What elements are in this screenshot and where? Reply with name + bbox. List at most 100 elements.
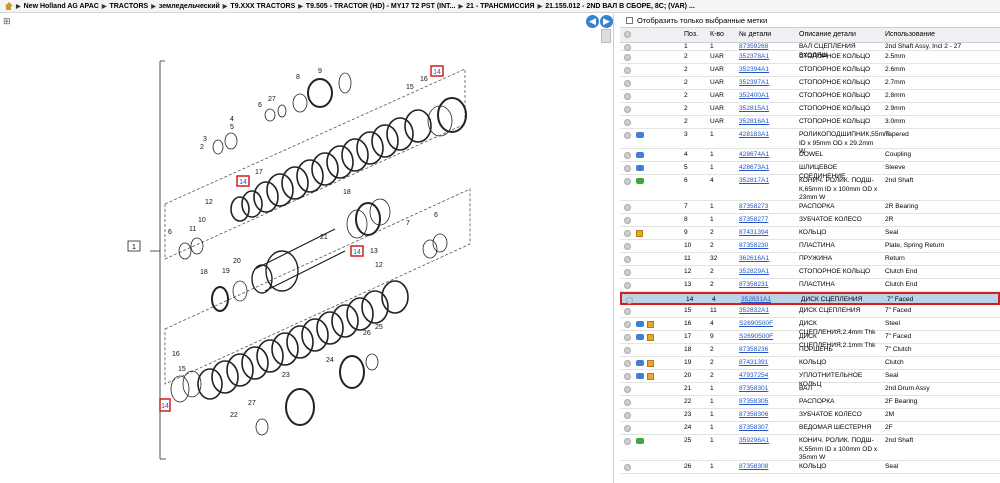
kit-box-icon[interactable] — [647, 373, 654, 380]
expand-icon[interactable]: ⊞ — [3, 16, 11, 27]
status-dot-icon[interactable] — [624, 256, 631, 263]
status-dot-icon[interactable] — [624, 243, 631, 250]
exploded-parts-diagram[interactable]: 1 14 14 14 14 3 2 4 5 6 27 8 9 15 16 17 … — [0, 29, 600, 481]
row-part-number[interactable]: 352378A1 — [739, 53, 769, 62]
table-row[interactable]: 12 2 352829A1 СТОПОРНОЕ КОЛЬЦО Clutch End — [620, 266, 1000, 279]
row-part-number[interactable]: 352394A1 — [739, 66, 769, 75]
status-dot-icon[interactable] — [624, 399, 631, 406]
kit-box-icon[interactable] — [647, 321, 654, 328]
row-part-number[interactable]: 47937254 — [739, 372, 768, 381]
table-row[interactable]: 2 UAR 352815A1 СТОПОРНОЕ КОЛЬЦО 2.9mm — [620, 103, 1000, 116]
breadcrumb-item[interactable]: TRACTORS — [109, 3, 148, 10]
row-part-number[interactable]: 352829A1 — [739, 268, 769, 277]
exchange-icon[interactable] — [636, 334, 644, 340]
table-row[interactable]: 2 UAR 352400A1 СТОПОРНОЕ КОЛЬЦО 2.8mm — [620, 90, 1000, 103]
col-desc[interactable]: Описание детали — [799, 31, 856, 38]
row-part-number[interactable]: 352817A1 — [739, 177, 769, 186]
home-icon[interactable] — [4, 2, 13, 10]
status-dot-icon[interactable] — [624, 334, 631, 341]
row-part-number[interactable]: 87358306 — [739, 411, 768, 420]
breadcrumb-item[interactable]: земледельческий — [159, 3, 220, 10]
exchange-icon[interactable] — [636, 321, 644, 327]
table-row[interactable]: 5 1 428673A1 ШЛИЦЕВОЕ СОЕДИНЕНИЕ Sleeve — [620, 162, 1000, 180]
status-dot-icon[interactable] — [624, 178, 631, 185]
breadcrumb-item[interactable]: 21.155.012 - 2ND ВАЛ В СБОРЕ, 8С; (VAR) … — [545, 3, 695, 10]
exchange-icon[interactable] — [636, 373, 644, 379]
table-row[interactable]: 2 UAR 352394A1 СТОПОРНОЕ КОЛЬЦО 2.6mm — [620, 64, 1000, 77]
table-row[interactable]: 2 UAR 352816A1 СТОПОРНОЕ КОЛЬЦО 3.0mm — [620, 116, 1000, 129]
status-dot-icon[interactable] — [624, 360, 631, 367]
row-part-number[interactable]: 87431391 — [739, 359, 768, 368]
status-dot-icon[interactable] — [626, 297, 633, 304]
row-part-number[interactable]: 87358307 — [739, 424, 768, 433]
table-row[interactable]: 21 1 87358301 ВАЛ 2nd Drum Assy — [620, 383, 1000, 396]
show-selected-checkbox[interactable] — [626, 16, 633, 24]
row-part-number[interactable]: 428673A1 — [739, 164, 769, 173]
status-dot-icon[interactable] — [624, 165, 631, 172]
table-row[interactable]: 25 1 359296A1 КОНИЧ. РОЛИК. ПОДШ-К,55mm ID … — [620, 435, 1000, 461]
table-row[interactable]: 15 11 352832A1 ДИСК СЦЕПЛЕНИЯ 7" Faced — [620, 305, 1000, 318]
row-part-number[interactable]: 352832A1 — [739, 307, 769, 316]
breadcrumb-item[interactable]: New Holland AG APAC — [24, 3, 99, 10]
table-row[interactable]: 1 1 87359268 ВАЛ СЦЕПЛЕНИЯ ВХОДЯЩ 2nd Shaft … — [620, 41, 1000, 59]
table-row[interactable]: 24 1 87358307 ВЕДОМАЯ ШЕСТЕРНЯ 2F — [620, 422, 1000, 435]
col-qty[interactable]: К-во — [710, 31, 724, 38]
status-dot-icon[interactable] — [624, 425, 631, 432]
exchange-icon[interactable] — [636, 360, 644, 366]
row-part-number[interactable]: 87358231 — [739, 281, 768, 290]
row-part-number[interactable]: 428183A1 — [739, 131, 769, 140]
status-dot-icon[interactable] — [624, 269, 631, 276]
col-part[interactable]: № детали — [739, 31, 771, 38]
status-dot-icon[interactable] — [624, 119, 631, 126]
status-dot-icon[interactable] — [624, 44, 631, 51]
table-row[interactable]: 14 4 352831A1 ДИСК СЦЕПЛЕНИЯ 7" Faced — [620, 292, 1000, 305]
status-dot-icon[interactable] — [624, 412, 631, 419]
col-pos[interactable]: Поз. — [684, 31, 698, 38]
forward-arrow-icon[interactable]: ▶ — [600, 15, 613, 28]
row-part-number[interactable]: 87358305 — [739, 398, 768, 407]
table-row[interactable]: 3 1 428183A1 РОЛИКОПОДШИПНИК,55mm ID x 95mm… — [620, 129, 1000, 155]
status-dot-icon[interactable] — [624, 152, 631, 159]
row-part-number[interactable]: 352815A1 — [739, 105, 769, 114]
breadcrumb-item[interactable]: 21 - ТРАНСМИССИЯ — [466, 3, 534, 10]
diagram-scrollbar[interactable] — [601, 29, 611, 479]
row-part-number[interactable]: 87358273 — [739, 203, 768, 212]
status-dot-icon[interactable] — [624, 217, 631, 224]
table-row[interactable]: 2 UAR 352397A1 СТОПОРНОЕ КОЛЬЦО 2.7mm — [620, 77, 1000, 90]
table-row[interactable]: 8 1 87358277 ЗУБЧАТОЕ КОЛЕСО 2R — [620, 214, 1000, 227]
status-dot-icon[interactable] — [624, 93, 631, 100]
table-row[interactable]: 11 32 362616A1 ПРУЖИНА Return — [620, 253, 1000, 266]
table-row[interactable]: 18 2 87358236 ПОРШЕНЬ 7" Clutch — [620, 344, 1000, 357]
status-dot-icon[interactable] — [624, 386, 631, 393]
table-row[interactable]: 16 4 S2690500F ДИСК СЦЕПЛЕНИЯ,2.4mm Thk Stee… — [620, 318, 1000, 336]
table-row[interactable]: 9 2 87431394 КОЛЬЦО Seal — [620, 227, 1000, 240]
row-part-number[interactable]: 352831A1 — [741, 296, 771, 305]
row-part-number[interactable]: S2690500F — [739, 333, 773, 342]
table-row[interactable]: 2 UAR 352378A1 СТОПОРНОЕ КОЛЬЦО 2.5mm — [620, 51, 1000, 64]
status-dot-icon[interactable] — [624, 67, 631, 74]
exchange-icon[interactable] — [636, 165, 644, 171]
row-part-number[interactable]: 87358236 — [739, 346, 768, 355]
table-row[interactable]: 26 1 87358308 КОЛЬЦО Seal — [620, 461, 1000, 474]
row-part-number[interactable]: 87358301 — [739, 385, 768, 394]
kit-box-icon[interactable] — [636, 230, 643, 237]
table-row[interactable]: 17 9 S2690500F ДИСК СЦЕПЛЕНИЯ,2.1mm Thk 7" F… — [620, 331, 1000, 349]
col-usage[interactable]: Использование — [885, 31, 935, 38]
row-part-number[interactable]: 87358277 — [739, 216, 768, 225]
back-arrow-icon[interactable]: ◀ — [586, 15, 599, 28]
kit-box-icon[interactable] — [647, 360, 654, 367]
status-dot-icon[interactable] — [624, 308, 631, 315]
row-part-number[interactable]: 352397A1 — [739, 79, 769, 88]
breadcrumb-item[interactable]: T9.XXX TRACTORS — [230, 3, 295, 10]
table-row[interactable]: 20 2 47937254 УПЛОТНИТЕЛЬНОЕ КОЛЬЦ Seal — [620, 370, 1000, 388]
row-part-number[interactable]: 352400A1 — [739, 92, 769, 101]
row-part-number[interactable]: 359296A1 — [739, 437, 769, 446]
status-dot-icon[interactable] — [624, 347, 631, 354]
replace-arrow-icon[interactable] — [636, 178, 644, 184]
breadcrumb-item[interactable]: T9.505 - TRACTOR (HD) - MY17 T2 PST (INT… — [306, 3, 456, 10]
status-dot-icon[interactable] — [624, 80, 631, 87]
status-dot-icon[interactable] — [624, 438, 631, 445]
replace-arrow-icon[interactable] — [636, 438, 644, 444]
table-row[interactable]: 13 2 87358231 ПЛАСТИНА Clutch End — [620, 279, 1000, 292]
exchange-icon[interactable] — [636, 132, 644, 138]
